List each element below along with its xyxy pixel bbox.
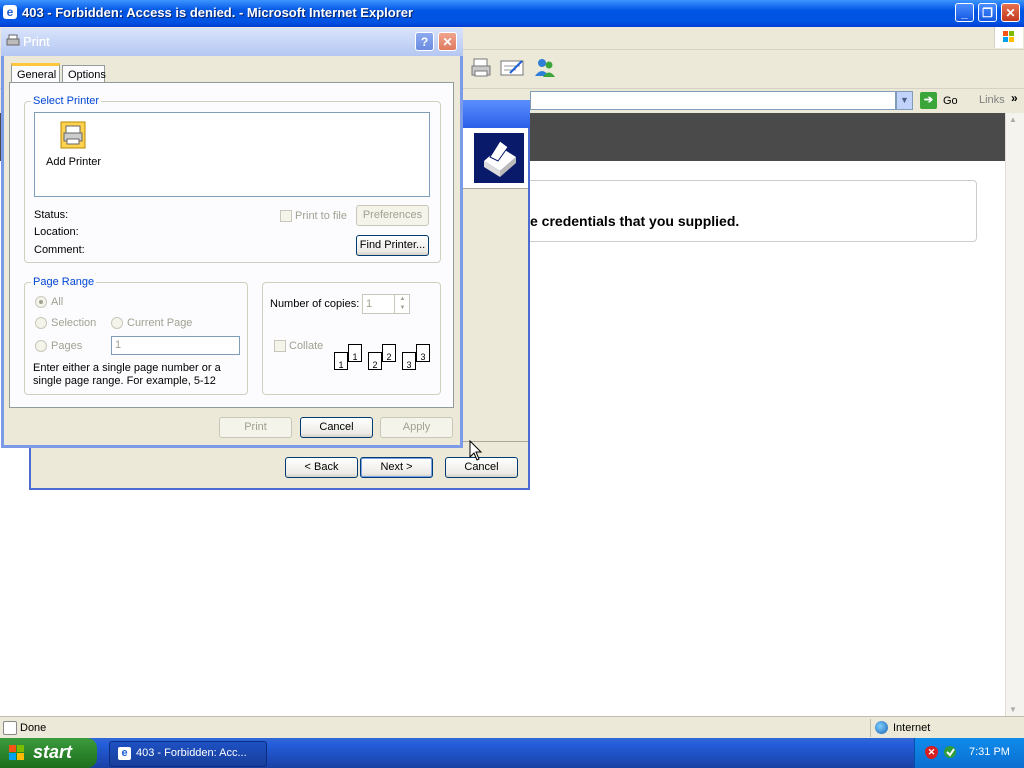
current-page-label: Current Page: [127, 317, 193, 329]
internet-zone-icon: [875, 721, 888, 734]
go-arrow-icon: ➔: [920, 92, 937, 109]
copies-label: Number of copies:: [270, 298, 360, 310]
collate-sheet: 3: [416, 344, 430, 362]
selection-radio[interactable]: [35, 317, 47, 329]
pages-input[interactable]: 1: [111, 336, 240, 355]
links-label[interactable]: Links: [979, 94, 1005, 106]
start-button[interactable]: start: [0, 738, 97, 768]
scroll-down-icon[interactable]: ▼: [1009, 705, 1017, 714]
print-dialog-icon: [6, 34, 20, 48]
ie-title-bar[interactable]: e 403 - Forbidden: Access is denied. - M…: [0, 0, 1024, 27]
radio-dot: [39, 300, 43, 304]
all-label: All: [51, 296, 64, 308]
print-button[interactable]: Print: [219, 417, 292, 438]
copies-spinner[interactable]: ▲ ▼: [394, 295, 410, 313]
collate-sheet: 1: [334, 352, 348, 370]
page-status-icon: [3, 721, 17, 735]
start-label: start: [33, 742, 73, 762]
add-printer-icon: [58, 120, 88, 150]
ie-task-icon: e: [118, 747, 131, 760]
zone-label: Internet: [893, 722, 931, 734]
preferences-button[interactable]: Preferences: [356, 205, 429, 226]
spin-up-icon[interactable]: ▲: [395, 295, 410, 304]
spin-down-icon[interactable]: ▼: [395, 304, 410, 313]
print-to-file-checkbox[interactable]: [280, 210, 292, 222]
clock[interactable]: 7:31 PM: [969, 746, 1010, 758]
selection-label: Selection: [51, 317, 97, 329]
go-label: Go: [943, 95, 958, 107]
comment-label: Comment:: [34, 244, 85, 256]
pages-radio[interactable]: [35, 340, 47, 352]
mouse-cursor: [469, 439, 483, 462]
network-icon[interactable]: [943, 745, 957, 759]
collate-label: Collate: [289, 340, 324, 352]
back-button[interactable]: < Back: [285, 457, 358, 478]
add-printer-label: Add Printer: [46, 156, 102, 168]
address-input[interactable]: [530, 91, 896, 110]
ie-app-icon: e: [3, 5, 17, 19]
collate-illustration: 1 1 2 2 3 3: [332, 342, 434, 376]
tab-options-label: Options: [68, 69, 106, 81]
ie-status-bar: Done Internet: [0, 716, 1024, 739]
find-printer-button[interactable]: Find Printer...: [356, 235, 429, 256]
error-text: e credentials that you supplied.: [530, 213, 740, 229]
messenger-icon[interactable]: [533, 56, 557, 80]
security-shield-icon[interactable]: ✕: [925, 746, 938, 759]
all-radio[interactable]: [35, 296, 47, 308]
print-title-bar[interactable]: Print ? ✕: [1, 28, 463, 56]
page-range-title: Page Range: [31, 276, 97, 288]
print-icon[interactable]: [470, 57, 492, 79]
vertical-scrollbar[interactable]: ▲ ▼: [1005, 113, 1024, 716]
next-button[interactable]: Next >: [360, 457, 433, 478]
help-button[interactable]: ?: [415, 32, 434, 51]
add-printer-item[interactable]: Add Printer: [43, 118, 105, 170]
collate-sheet: 2: [382, 344, 396, 362]
status-divider: [870, 719, 871, 737]
print-dialog-title: Print: [23, 34, 50, 49]
collate-sheet: 1: [348, 344, 362, 362]
address-dropdown-icon[interactable]: ▼: [896, 91, 913, 110]
ie-window-title: 403 - Forbidden: Access is denied. - Mic…: [22, 5, 414, 20]
print-cancel-button[interactable]: Cancel: [300, 417, 373, 438]
edit-icon[interactable]: [500, 58, 524, 78]
minimize-button[interactable]: _: [955, 3, 974, 22]
task-item-label: 403 - Forbidden: Acc...: [136, 747, 247, 759]
print-close-button[interactable]: ✕: [438, 32, 457, 51]
select-printer-title: Select Printer: [31, 95, 102, 107]
restore-button[interactable]: ❐: [978, 3, 997, 22]
tab-general-label: General: [17, 69, 57, 81]
go-button[interactable]: ➔ Go: [918, 91, 968, 111]
close-button[interactable]: ✕: [1001, 3, 1020, 22]
taskbar-item-ie[interactable]: e 403 - Forbidden: Acc...: [109, 741, 267, 767]
scroll-up-icon[interactable]: ▲: [1009, 115, 1017, 124]
tab-general[interactable]: General: [11, 63, 60, 83]
printer-wizard-icon: [474, 133, 524, 183]
collate-checkbox[interactable]: [274, 340, 286, 352]
status-text: Done: [20, 722, 47, 734]
print-to-file-label: Print to file: [295, 210, 347, 222]
tab-options[interactable]: Options: [62, 65, 106, 83]
system-tray: ✕ 7:31 PM: [914, 738, 1024, 768]
pages-label: Pages: [51, 340, 83, 352]
location-label: Location:: [34, 226, 79, 238]
collate-sheet: 3: [402, 352, 416, 370]
windows-logo-icon: [9, 745, 25, 761]
windows-flag-icon: [994, 27, 1023, 48]
apply-button[interactable]: Apply: [380, 417, 453, 438]
status-label: Status:: [34, 209, 69, 221]
page-range-hint: Enter either a single page number or a s…: [33, 362, 221, 387]
collate-sheet: 2: [368, 352, 382, 370]
links-chevron-icon[interactable]: »: [1011, 91, 1018, 105]
current-page-radio[interactable]: [111, 317, 123, 329]
